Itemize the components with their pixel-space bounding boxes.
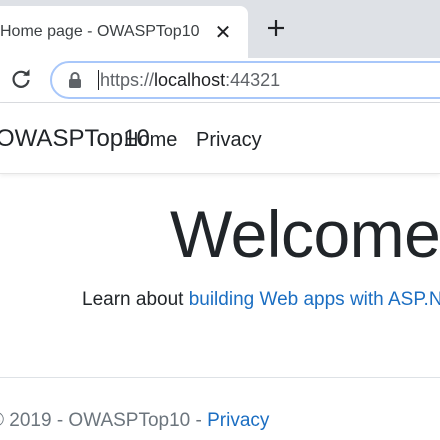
site-navbar: OWASPTop10 Home Privacy — [0, 103, 440, 174]
nav-link-home[interactable]: Home — [124, 129, 177, 152]
url-host: localhost — [154, 70, 226, 90]
footer-divider — [0, 377, 440, 378]
lock-icon[interactable] — [68, 71, 82, 89]
tab-title: Home page - OWASPTop10 — [0, 23, 200, 40]
nav-link-privacy[interactable]: Privacy — [196, 129, 262, 152]
browser-toolbar: https://localhost:44321 — [0, 58, 440, 103]
url-port: :44321 — [225, 70, 281, 90]
tab-strip: Home page - OWASPTop10 ✕ — [0, 0, 440, 58]
address-bar[interactable]: https://localhost:44321 — [50, 61, 440, 99]
footer-copyright: © 2019 - OWASPTop10 - — [0, 410, 208, 431]
welcome-heading: Welcome — [170, 197, 440, 271]
text-caret — [98, 70, 99, 90]
new-tab-icon[interactable] — [264, 16, 288, 40]
lead-prefix: Learn about — [82, 289, 189, 310]
site-footer: © 2019 - OWASPTop10 - Privacy — [0, 410, 269, 432]
tab-close-icon[interactable]: ✕ — [212, 22, 234, 44]
url-scheme: https:// — [100, 70, 155, 90]
address-text[interactable]: https://localhost:44321 — [98, 70, 280, 91]
reload-icon[interactable] — [9, 67, 33, 91]
lead-text: Learn about building Web apps with ASP.N… — [82, 289, 440, 311]
aspnet-docs-link[interactable]: building Web apps with ASP.NET Core — [189, 289, 440, 310]
browser-tab[interactable]: Home page - OWASPTop10 ✕ — [0, 6, 248, 58]
footer-privacy-link[interactable]: Privacy — [207, 410, 269, 431]
browser-window: Home page - OWASPTop10 ✕ https://localho… — [0, 0, 440, 440]
